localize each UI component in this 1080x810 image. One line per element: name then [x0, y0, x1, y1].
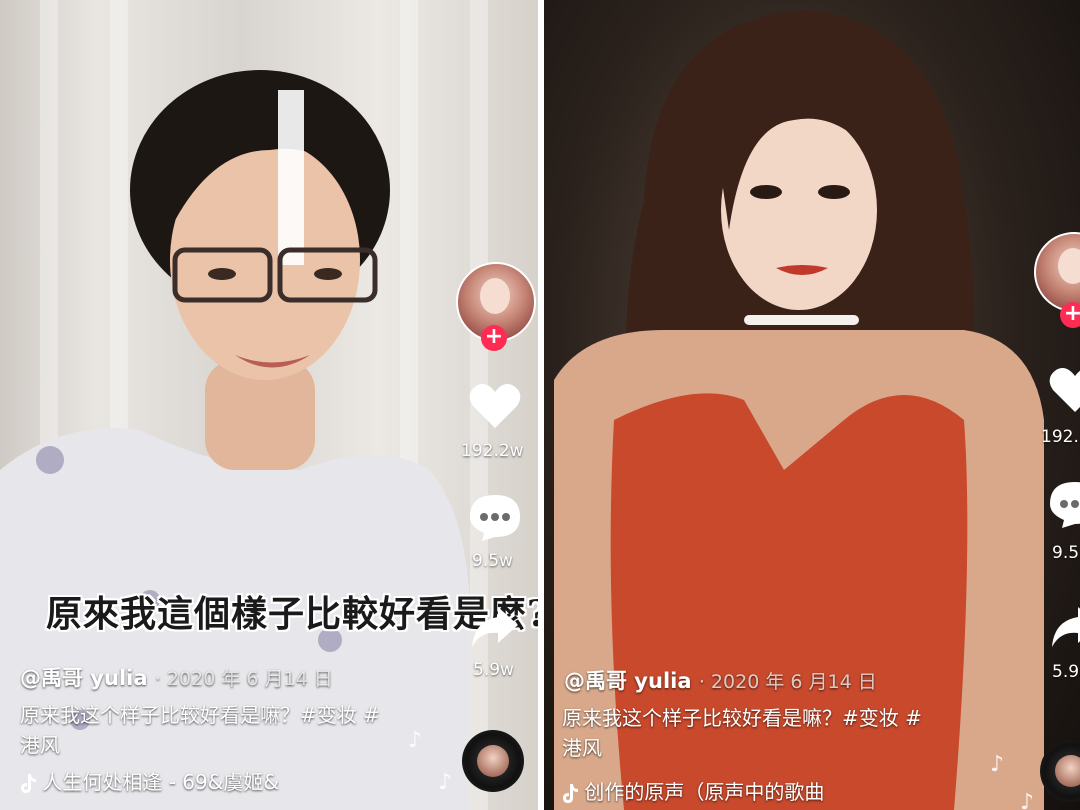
music-note-icon: ♪: [408, 728, 423, 753]
music-note-icon: ♪: [438, 770, 453, 795]
like-count: 192.2: [1041, 427, 1080, 447]
music-note-icon: ♪: [1020, 790, 1035, 810]
music-disc[interactable]: [462, 730, 524, 792]
music-disc-cover: [477, 745, 509, 777]
share-count: 5.9: [1052, 662, 1080, 682]
post-date: · 2020 年 6 月14 日: [698, 671, 877, 693]
share-arrow-icon[interactable]: [1050, 605, 1080, 649]
video-description[interactable]: 原来我这个样子比较好看是嘛？#变妆 #: [20, 700, 380, 730]
username[interactable]: @禹哥 yulia: [20, 666, 148, 690]
share-arrow-icon[interactable]: [470, 605, 520, 649]
comment-bubble-icon[interactable]: [468, 493, 522, 543]
music-title: 人生何处相逢 - 69&虞姬&: [42, 770, 279, 794]
avatar-face: [1058, 248, 1080, 284]
right-video-screen[interactable]: + 192.2 9.5 5.9 ♪ ♪ @禹哥 yulia · 2020 年 6…: [544, 0, 1080, 810]
share-count: 5.9w: [473, 660, 514, 680]
comment-count: 9.5: [1052, 543, 1080, 563]
music-title: 创作的原声（原声中的歌曲: [584, 780, 825, 804]
video-description[interactable]: 原来我这个样子比较好看是嘛？#变妆 #: [562, 703, 922, 733]
follow-plus-button[interactable]: +: [1060, 302, 1080, 328]
music-info[interactable]: 创作的原声（原声中的歌曲: [562, 776, 824, 805]
tiktok-logo-icon: [563, 783, 578, 803]
video-description-hashtag[interactable]: 港风: [562, 733, 602, 763]
follow-plus-button[interactable]: +: [481, 325, 507, 351]
video-caption-overlay: 原來我這個樣子比較好看是麼?: [46, 593, 538, 635]
like-heart-icon[interactable]: [468, 382, 522, 430]
username-line: @禹哥 yulia · 2020 年 6 月14 日: [20, 662, 333, 692]
like-heart-icon[interactable]: [1048, 366, 1080, 414]
music-disc-cover: [1055, 755, 1080, 787]
post-date: · 2020 年 6 月14 日: [154, 668, 333, 690]
username[interactable]: @禹哥 yulia: [564, 669, 692, 693]
comment-bubble-icon[interactable]: [1048, 480, 1080, 530]
video-description-hashtag[interactable]: 港风: [20, 730, 60, 760]
left-video-screen[interactable]: 原來我這個樣子比較好看是麼? + 192.2w 9.5w 5.9w ♪ ♪ @禹…: [0, 0, 538, 810]
username-line: @禹哥 yulia · 2020 年 6 月14 日: [564, 665, 877, 695]
tiktok-logo-icon: [21, 773, 36, 793]
comment-count: 9.5w: [472, 551, 513, 571]
like-count: 192.2w: [461, 441, 524, 461]
music-info[interactable]: 人生何处相逢 - 69&虞姬&: [20, 766, 279, 795]
avatar-face: [480, 278, 510, 314]
music-note-icon: ♪: [990, 752, 1005, 777]
